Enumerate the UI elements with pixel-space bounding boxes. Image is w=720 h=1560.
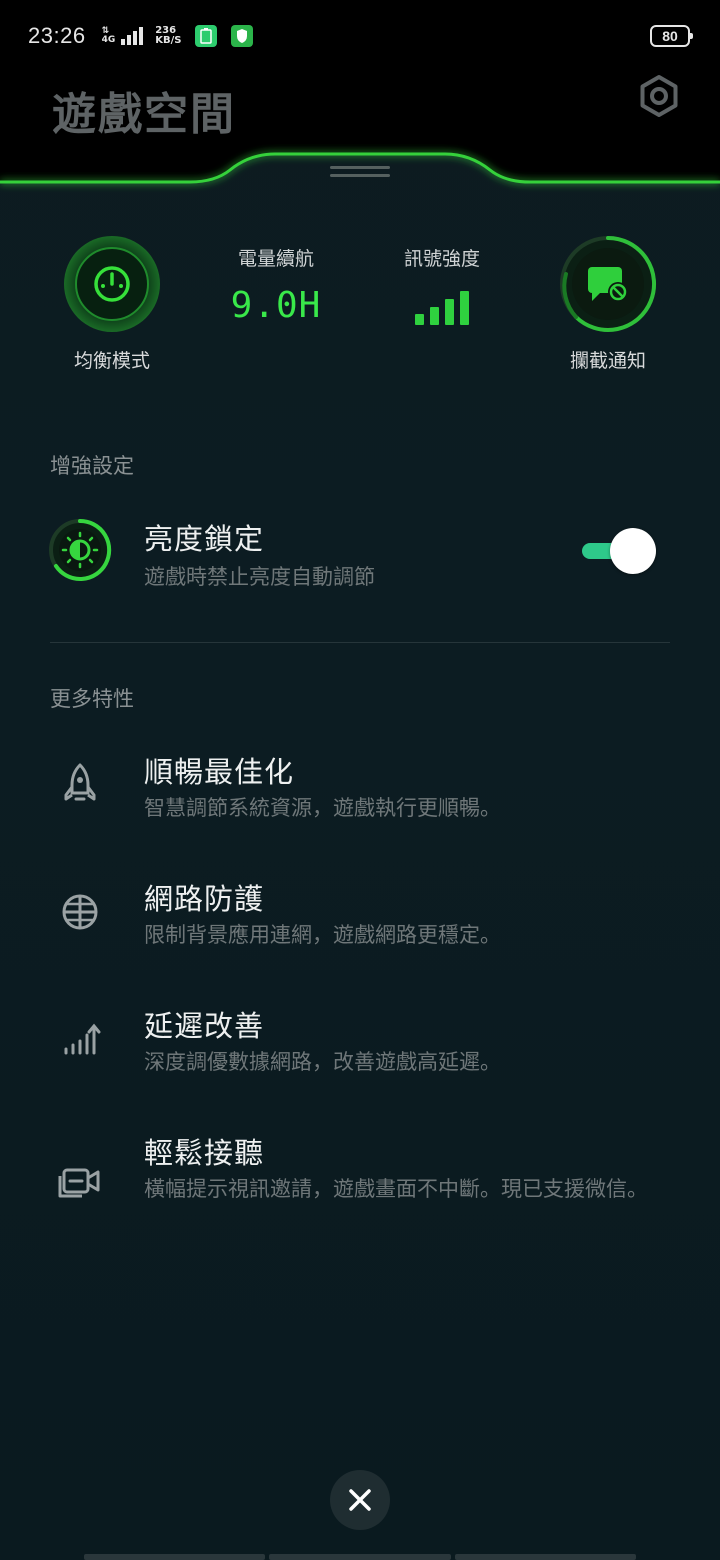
- signal-strength-label: 訊號強度: [403, 248, 480, 270]
- toggle-knob: [610, 528, 656, 574]
- close-icon: [349, 1489, 371, 1511]
- status-time: 23:26: [28, 23, 86, 48]
- signal-strength-stat: 訊號強度: [392, 244, 492, 325]
- brightness-lock-icon: [48, 518, 112, 582]
- net-type-label: ⇅ 4G: [101, 26, 116, 45]
- video-call-icon: [54, 1156, 106, 1208]
- battery-life-stat: 電量續航 9.0H: [226, 244, 326, 326]
- network-speed: 236 KB/S: [155, 25, 182, 46]
- battery-life-value: 9.0H: [230, 285, 322, 326]
- block-notifications-label: 攔截通知: [569, 350, 646, 372]
- mode-label: 均衡模式: [73, 350, 150, 372]
- battery-life-label: 電量續航: [237, 248, 314, 270]
- status-bar: 23:26 ⇅ 4G 236 KB/S 80: [0, 0, 720, 72]
- settings-button[interactable]: [636, 73, 682, 119]
- battery-indicator: 80: [650, 25, 693, 47]
- rocket-icon: [54, 759, 106, 811]
- gear-icon: [640, 75, 678, 117]
- network-indicator: ⇅ 4G 236 KB/S: [102, 25, 254, 47]
- signal-up-icon: [54, 1013, 106, 1065]
- latency-improvement-desc: 深度調優數據網路，改善遊戲高延遲。: [144, 1050, 501, 1074]
- brightness-lock-toggle[interactable]: [580, 528, 658, 574]
- divider: [50, 642, 670, 643]
- enhanced-settings-heading: 增強設定: [50, 454, 134, 478]
- latency-improvement-title: 延遲改善: [144, 1009, 265, 1043]
- speedometer-icon: [64, 236, 160, 332]
- page-title: 遊戲空間: [52, 89, 236, 140]
- easy-answer-desc: 橫幅提示視訊邀請，遊戲畫面不中斷。現已支援微信。: [144, 1177, 648, 1201]
- network-protection-title: 網路防護: [144, 882, 265, 916]
- close-button[interactable]: [330, 1470, 390, 1530]
- signal-strength-icon: [392, 289, 492, 325]
- block-notification-icon: [560, 236, 657, 332]
- latency-improvement-row[interactable]: 延遲改善 深度調優數據網路，改善遊戲高延遲。: [0, 999, 720, 1089]
- block-notifications-button[interactable]: [558, 234, 658, 334]
- smooth-optimization-title: 順暢最佳化: [144, 755, 295, 789]
- balanced-mode-button[interactable]: [62, 234, 162, 334]
- battery-saver-icon: [195, 25, 218, 47]
- globe-icon: [54, 886, 106, 938]
- more-features-heading: 更多特性: [50, 687, 134, 711]
- easy-answer-title: 輕鬆接聽: [144, 1136, 265, 1170]
- smooth-optimization-row[interactable]: 順暢最佳化 智慧調節系統資源，遊戲執行更順暢。: [0, 745, 720, 835]
- network-protection-row[interactable]: 網路防護 限制背景應用連網，遊戲網路更穩定。: [0, 872, 720, 962]
- network-protection-desc: 限制背景應用連網，遊戲網路更穩定。: [144, 923, 501, 947]
- stats-row: 均衡模式 電量續航 9.0H 訊號強度 攔截通知: [0, 232, 720, 382]
- brightness-lock-title: 亮度鎖定: [144, 522, 265, 556]
- smooth-optimization-desc: 智慧調節系統資源，遊戲執行更順暢。: [144, 796, 501, 820]
- cell-signal-icon: [121, 27, 144, 45]
- drag-handle[interactable]: [330, 166, 390, 182]
- easy-answer-row[interactable]: 輕鬆接聽 橫幅提示視訊邀請，遊戲畫面不中斷。現已支援微信。: [0, 1126, 720, 1236]
- shield-status-icon: [231, 25, 254, 47]
- bottom-dock-hint: [84, 1554, 636, 1560]
